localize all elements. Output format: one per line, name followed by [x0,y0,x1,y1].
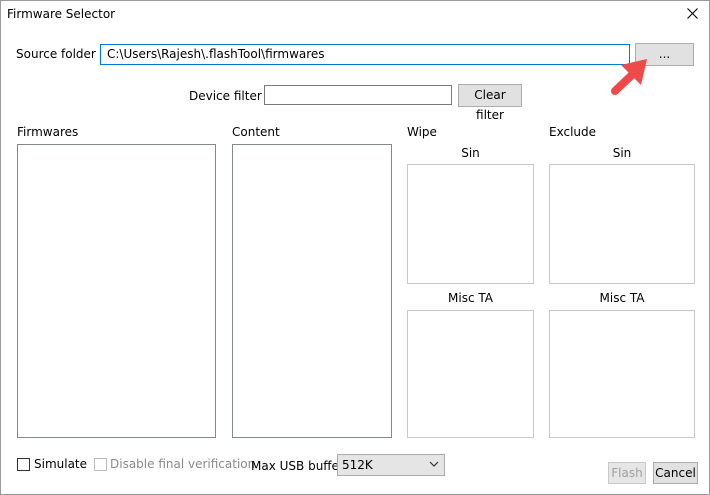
firmware-selector-window: Firmware Selector Source folder : C:\Use… [0,0,710,495]
simulate-label[interactable]: Simulate [34,457,87,471]
close-icon [687,8,698,19]
max-usb-buffer-label: Max USB buffer [251,459,344,473]
device-filter-label: Device filter : [189,89,270,103]
wipe-header: Wipe [407,125,437,139]
exclude-sin-list[interactable] [549,164,695,284]
device-filter-input[interactable] [264,85,452,105]
red-arrow-icon [611,59,647,95]
disable-verification-checkbox[interactable] [94,458,107,471]
exclude-misc-ta-label: Misc TA [599,291,645,305]
disable-verification-label[interactable]: Disable final verification [110,457,255,471]
source-folder-field[interactable]: C:\Users\Rajesh\.flashTool\firmwares [100,44,630,65]
content-list[interactable] [232,144,392,438]
flash-button[interactable]: Flash [608,462,646,484]
exclude-header: Exclude [549,125,597,139]
wipe-misc-ta-list[interactable] [407,310,534,438]
clear-filter-button[interactable]: Clear filter [458,84,522,122]
firmwares-header: Firmwares [17,125,79,139]
cancel-button[interactable]: Cancel [653,462,698,484]
close-button[interactable] [675,1,709,28]
wipe-misc-ta-label: Misc TA [448,291,493,305]
firmwares-list[interactable] [17,144,216,438]
simulate-checkbox[interactable] [17,458,30,471]
content-header: Content [232,125,280,139]
max-usb-buffer-select[interactable]: 512K [337,454,445,476]
title-bar: Firmware Selector [1,1,709,28]
source-folder-label: Source folder : [16,47,104,61]
chevron-down-icon [429,461,439,467]
wipe-sin-label: Sin [461,146,480,160]
window-title: Firmware Selector [7,7,116,21]
exclude-sin-label: Sin [612,146,632,160]
wipe-sin-list[interactable] [407,164,534,284]
max-usb-buffer-value: 512K [342,458,373,472]
exclude-misc-ta-list[interactable] [549,310,695,438]
